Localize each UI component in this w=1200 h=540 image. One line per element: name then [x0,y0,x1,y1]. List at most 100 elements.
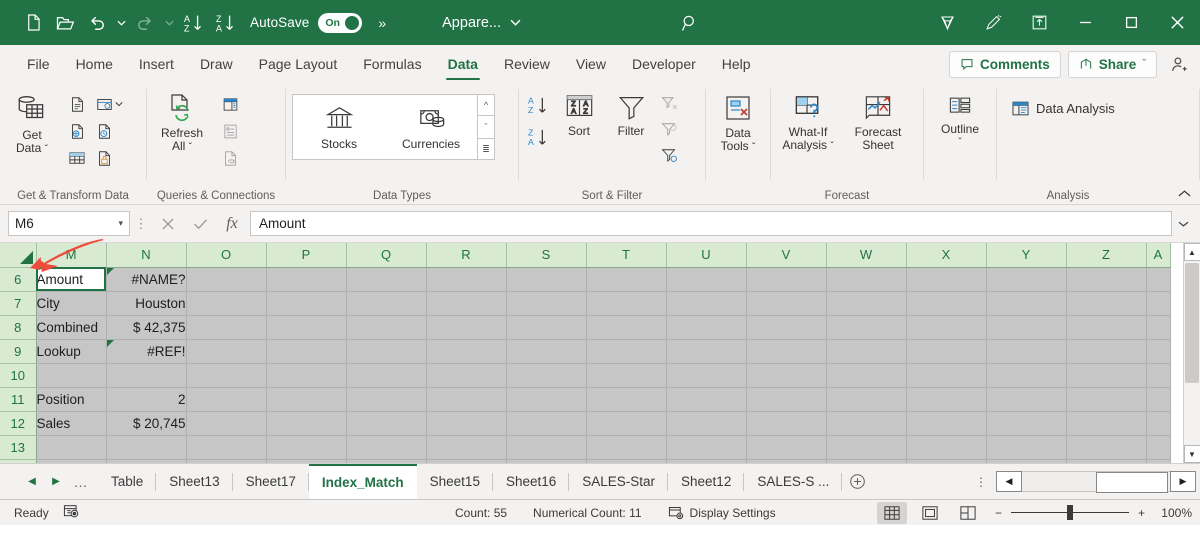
refresh-all-button[interactable]: Refresh All ˇ [147,89,217,157]
sheet-nav-next-icon[interactable]: ▶ [46,471,66,493]
row-header-6[interactable]: 6 [0,267,37,292]
cell-Q6[interactable] [346,267,427,292]
cell-U6[interactable] [666,267,747,292]
existing-connections-icon[interactable] [91,145,117,171]
outline-button[interactable]: Outline ˇ [929,89,991,152]
cell-Y10[interactable] [986,363,1067,388]
data-tools-button[interactable]: Data Tools ˇ [709,89,767,157]
tab-review[interactable]: Review [491,47,563,81]
cell-S10[interactable] [506,363,587,388]
cell-N12[interactable]: $ 20,745 [106,411,187,436]
cell-V6[interactable] [746,267,827,292]
tab-file[interactable]: File [14,47,63,81]
tab-draw[interactable]: Draw [187,47,246,81]
comments-button[interactable]: Comments [949,50,1061,78]
enter-check-icon[interactable] [184,211,216,237]
cell-R6[interactable] [426,267,507,292]
cell-AA8[interactable] [1146,315,1171,340]
cell-X10[interactable] [906,363,987,388]
cell-R11[interactable] [426,387,507,412]
cell-T9[interactable] [586,339,667,364]
normal-view-icon[interactable] [876,501,907,524]
cell-X6[interactable] [906,267,987,292]
cell-U9[interactable] [666,339,747,364]
cell-N10[interactable] [106,363,187,388]
from-picture-icon[interactable] [91,91,127,117]
cell-W12[interactable] [826,411,907,436]
cell-W7[interactable] [826,291,907,316]
zoom-slider[interactable] [1010,505,1129,521]
cell-S8[interactable] [506,315,587,340]
tab-data[interactable]: Data [435,47,491,81]
cell-T8[interactable] [586,315,667,340]
cell-Q13[interactable] [346,435,427,460]
cell-P6[interactable] [266,267,347,292]
cell-R10[interactable] [426,363,507,388]
from-web-icon[interactable] [64,118,90,144]
cell-Q12[interactable] [346,411,427,436]
split-handle-icon[interactable]: ⋮ [972,475,990,489]
cell-U10[interactable] [666,363,747,388]
tab-developer[interactable]: Developer [619,47,709,81]
cell-P12[interactable] [266,411,347,436]
row-header-7[interactable]: 7 [0,291,37,316]
cell-N6[interactable]: #NAME? [106,267,187,292]
zoom-in-button[interactable]: + [1138,506,1145,520]
person-add-icon[interactable] [1164,50,1194,78]
name-box[interactable]: M6 ▾ [8,211,130,236]
cell-S6[interactable] [506,267,587,292]
share-button[interactable]: Share ˇ [1067,50,1157,78]
cell-T11[interactable] [586,387,667,412]
share-caret-icon[interactable]: ˇ [1142,58,1146,70]
cell-O11[interactable] [186,387,267,412]
row-header-9[interactable]: 9 [0,339,37,364]
column-header-Y[interactable]: Y [986,243,1067,268]
cell-O6[interactable] [186,267,267,292]
cell-P8[interactable] [266,315,347,340]
scroll-up-button[interactable]: ▲ [1183,243,1200,261]
sort-za-icon[interactable]: Z A [210,8,240,38]
edit-links-icon[interactable] [217,145,243,171]
cell-N13[interactable] [106,435,187,460]
cell-O8[interactable] [186,315,267,340]
column-header-Z[interactable]: Z [1066,243,1147,268]
cell-T10[interactable] [586,363,667,388]
cell-U13[interactable] [666,435,747,460]
sheet-tab-sales-star[interactable]: SALES-Star [569,464,668,500]
cell-R8[interactable] [426,315,507,340]
tab-help[interactable]: Help [709,47,764,81]
cell-M7[interactable]: City [36,291,107,316]
cell-T6[interactable] [586,267,667,292]
cell-P9[interactable] [266,339,347,364]
cell-W13[interactable] [826,435,907,460]
cell-V8[interactable] [746,315,827,340]
cell-M10[interactable] [36,363,107,388]
hscroll-left-button[interactable]: ◀ [996,471,1022,492]
new-file-icon[interactable] [18,8,48,38]
cell-Y11[interactable] [986,387,1067,412]
cell-R7[interactable] [426,291,507,316]
collapse-ribbon-icon[interactable] [1174,184,1194,202]
cell-W9[interactable] [826,339,907,364]
filter-button[interactable]: Filter [605,89,657,141]
vertical-scrollbar[interactable]: ▲ ▼ [1183,243,1200,463]
close-button[interactable] [1154,0,1200,45]
sort-az-icon[interactable]: A Z [523,91,553,119]
zoom-out-button[interactable]: − [995,506,1002,520]
vertical-scroll-thumb[interactable] [1185,263,1199,383]
sheet-nav-prev-icon[interactable]: ◀ [22,471,42,493]
cell-Q11[interactable] [346,387,427,412]
page-break-preview-icon[interactable] [953,502,983,524]
clear-filter-icon[interactable] [657,90,683,116]
cell-Q7[interactable] [346,291,427,316]
name-box-caret-icon[interactable]: ▾ [118,218,123,229]
formula-bar-handle[interactable]: ⋮ [130,216,152,232]
status-count[interactable]: Count: 55 [455,506,507,520]
data-analysis-button[interactable]: Data Analysis [1003,95,1123,122]
cell-S13[interactable] [506,435,587,460]
cell-Y8[interactable] [986,315,1067,340]
zoom-slider-thumb[interactable] [1066,505,1073,520]
cell-O10[interactable] [186,363,267,388]
maximize-button[interactable] [1108,0,1154,45]
cell-Y13[interactable] [986,435,1067,460]
